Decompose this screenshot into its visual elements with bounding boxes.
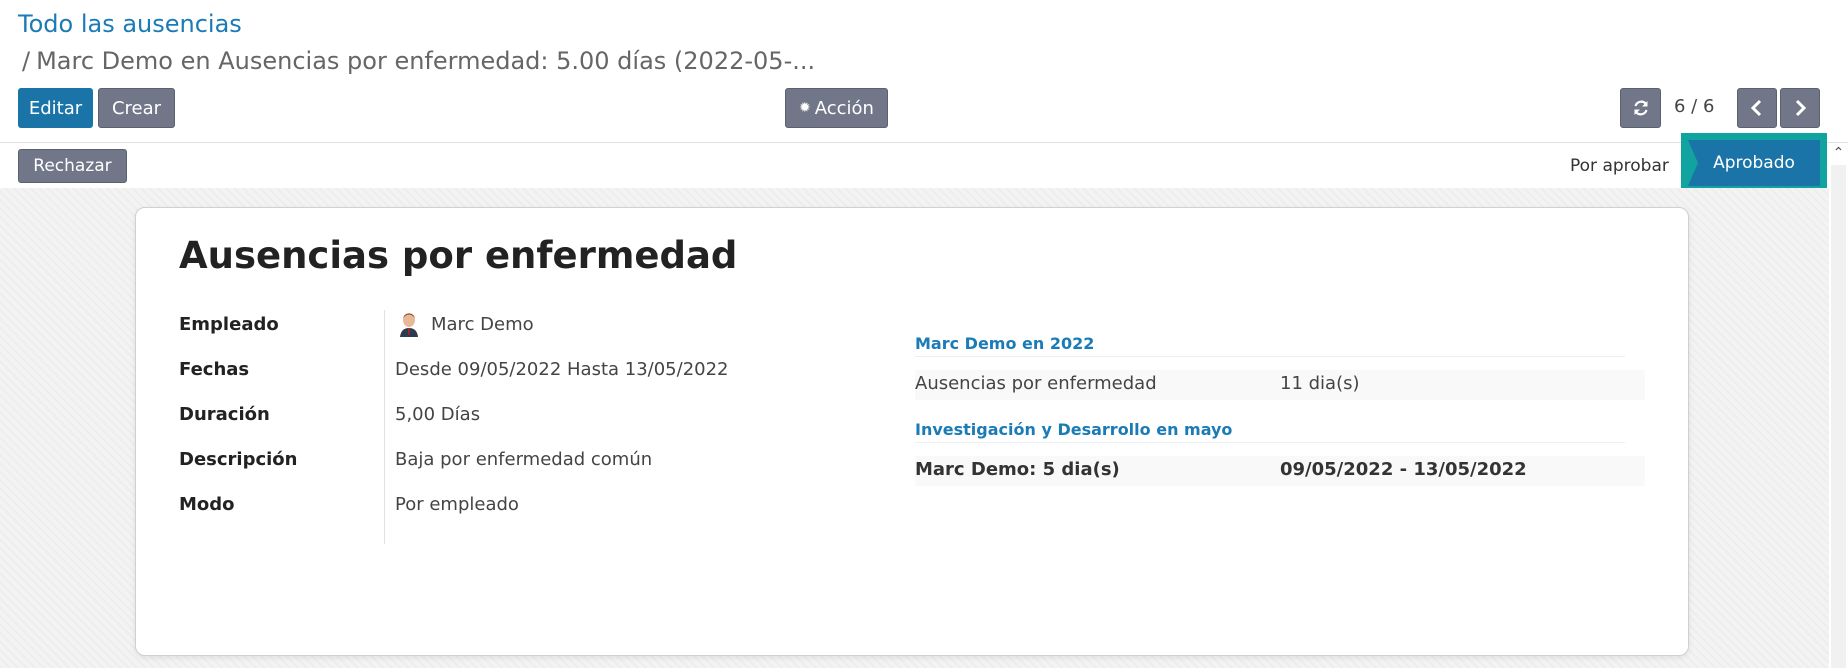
- reject-button[interactable]: Rechazar: [18, 149, 127, 183]
- reload-button[interactable]: [1620, 88, 1661, 128]
- summary-leave-type: Ausencias por enfermedad: [915, 373, 1157, 394]
- breadcrumb: / Marc Demo en Ausencias por enfermedad: …: [22, 47, 815, 75]
- form-title: Ausencias por enfermedad: [179, 234, 738, 277]
- mode-label: Modo: [179, 494, 235, 515]
- action-button[interactable]: ✹ Acción: [785, 88, 888, 128]
- scroll-up-arrow[interactable]: ⌃: [1829, 145, 1848, 165]
- summary-year-heading: Marc Demo en 2022: [915, 334, 1095, 353]
- stage-aprobado[interactable]: Aprobado: [1688, 140, 1820, 186]
- chevron-left-icon: [1750, 99, 1762, 117]
- breadcrumb-root-link[interactable]: Todo las ausencias: [18, 10, 242, 38]
- create-button[interactable]: Crear: [98, 88, 175, 128]
- mode-value[interactable]: Por empleado: [395, 494, 519, 515]
- summary-row: Marc Demo: 5 dia(s) 09/05/2022 - 13/05/2…: [915, 456, 1645, 486]
- employee-avatar: [397, 311, 421, 337]
- summary-row: Ausencias por enfermedad 11 dia(s): [915, 370, 1645, 400]
- employee-value[interactable]: Marc Demo: [431, 314, 534, 335]
- previous-button[interactable]: [1737, 88, 1777, 128]
- form-sheet: Ausencias por enfermedad Empleado Marc D…: [135, 207, 1689, 656]
- dates-value[interactable]: Desde 09/05/2022 Hasta 13/05/2022: [395, 359, 729, 380]
- description-value[interactable]: Baja por enfermedad común: [395, 449, 652, 470]
- summary-date-range: 09/05/2022 - 13/05/2022: [1280, 459, 1527, 480]
- chevron-right-icon: [1795, 99, 1807, 117]
- field-separator: [384, 310, 385, 544]
- breadcrumb-current: Marc Demo en Ausencias por enfermedad: 5…: [36, 47, 816, 75]
- duration-value[interactable]: 5,00 Días: [395, 404, 480, 425]
- stage-por-aprobar[interactable]: Por aprobar: [1570, 156, 1669, 176]
- scrollbar-track[interactable]: [1831, 165, 1846, 668]
- summary-employee-days: Marc Demo: 5 dia(s): [915, 459, 1120, 480]
- gear-icon: ✹: [799, 100, 811, 116]
- summary-divider: [915, 356, 1625, 357]
- next-button[interactable]: [1780, 88, 1820, 128]
- stage-highlight: Aprobado: [1681, 133, 1827, 194]
- dates-label: Fechas: [179, 359, 250, 380]
- pager-value[interactable]: 6 / 6: [1674, 96, 1714, 117]
- employee-label: Empleado: [179, 314, 279, 335]
- summary-divider: [915, 442, 1625, 443]
- refresh-icon: [1633, 100, 1648, 116]
- breadcrumb-separator: /: [22, 47, 31, 75]
- summary-department-heading: Investigación y Desarrollo en mayo: [915, 420, 1233, 439]
- summary-leave-amount: 11 dia(s): [1280, 373, 1360, 394]
- action-label: Acción: [814, 97, 874, 119]
- description-label: Descripción: [179, 449, 298, 470]
- edit-button[interactable]: Editar: [18, 88, 93, 128]
- duration-label: Duración: [179, 404, 270, 425]
